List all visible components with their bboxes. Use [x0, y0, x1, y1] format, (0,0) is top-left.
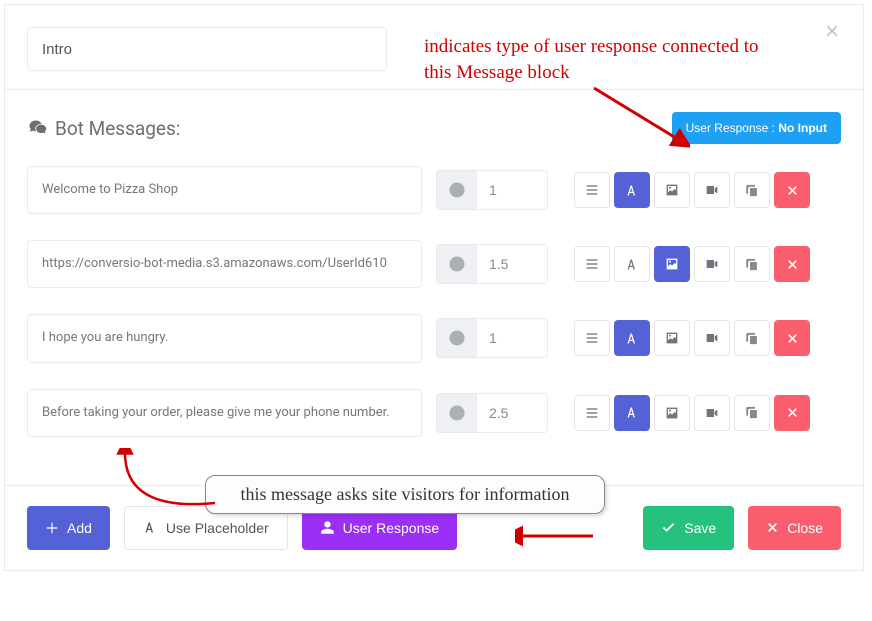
message-text-input[interactable]: I hope you are hungry.	[27, 314, 422, 362]
delay-input[interactable]	[476, 318, 548, 358]
copy-button[interactable]	[734, 246, 770, 282]
tool-group	[574, 395, 810, 431]
hamburger-icon[interactable]	[574, 172, 610, 208]
delay-group	[436, 170, 548, 210]
tool-group	[574, 172, 810, 208]
chat-icon	[27, 118, 47, 138]
plus-icon	[45, 521, 59, 535]
image-type-button[interactable]	[654, 246, 690, 282]
check-icon	[661, 520, 676, 535]
section-title: Bot Messages:	[27, 117, 180, 140]
delay-input[interactable]	[476, 393, 548, 433]
add-button[interactable]: Add	[27, 506, 110, 550]
clock-icon	[436, 393, 476, 433]
user-response-label: User Response	[343, 520, 440, 536]
section-header: Bot Messages: User Response : No Input	[27, 112, 841, 144]
hamburger-icon[interactable]	[574, 395, 610, 431]
video-type-button[interactable]	[694, 172, 730, 208]
video-type-button[interactable]	[694, 395, 730, 431]
text-type-button[interactable]	[614, 246, 650, 282]
message-row: Before taking your order, please give me…	[27, 389, 841, 437]
clock-icon	[436, 170, 476, 210]
user-icon	[320, 520, 335, 535]
video-type-button[interactable]	[694, 320, 730, 356]
block-title-input[interactable]	[27, 27, 387, 71]
delete-button[interactable]	[774, 395, 810, 431]
message-row: I hope you are hungry.	[27, 314, 841, 362]
save-button[interactable]: Save	[643, 506, 734, 550]
callout-arrow-footer	[515, 524, 595, 548]
text-type-button[interactable]	[614, 320, 650, 356]
header	[5, 5, 863, 89]
delete-button[interactable]	[774, 320, 810, 356]
dialog-window: × Bot Messages: User Response : No Input…	[4, 4, 864, 571]
copy-button[interactable]	[734, 320, 770, 356]
use-placeholder-label: Use Placeholder	[166, 520, 269, 536]
delete-button[interactable]	[774, 246, 810, 282]
image-type-button[interactable]	[654, 172, 690, 208]
close-button[interactable]: Close	[748, 506, 841, 550]
message-row: Welcome to Pizza Shop	[27, 166, 841, 214]
delay-group	[436, 244, 548, 284]
text-type-button[interactable]	[614, 172, 650, 208]
clock-icon	[436, 318, 476, 358]
close-icon[interactable]: ×	[819, 19, 845, 45]
add-button-label: Add	[67, 520, 92, 536]
video-type-button[interactable]	[694, 246, 730, 282]
save-label: Save	[684, 520, 716, 536]
x-icon	[766, 521, 779, 534]
badge-value: No Input	[778, 121, 827, 135]
message-text-input[interactable]: https://conversio-bot-media.s3.amazonaws…	[27, 240, 422, 288]
close-label: Close	[787, 520, 823, 536]
hamburger-icon[interactable]	[574, 320, 610, 356]
tool-group	[574, 246, 810, 282]
section-title-text: Bot Messages:	[55, 117, 180, 140]
message-row: https://conversio-bot-media.s3.amazonaws…	[27, 240, 841, 288]
use-placeholder-button[interactable]: Use Placeholder	[124, 506, 288, 550]
copy-button[interactable]	[734, 172, 770, 208]
message-text-input[interactable]: Welcome to Pizza Shop	[27, 166, 422, 214]
user-response-button[interactable]: User Response	[302, 506, 458, 550]
message-text-input[interactable]: Before taking your order, please give me…	[27, 389, 422, 437]
delete-button[interactable]	[774, 172, 810, 208]
copy-button[interactable]	[734, 395, 770, 431]
delay-input[interactable]	[476, 170, 548, 210]
font-icon	[143, 520, 158, 535]
text-type-button[interactable]	[614, 395, 650, 431]
image-type-button[interactable]	[654, 320, 690, 356]
footer: Add Use Placeholder User Response Save	[5, 485, 863, 570]
hamburger-icon[interactable]	[574, 246, 610, 282]
user-response-type-badge[interactable]: User Response : No Input	[672, 112, 841, 144]
clock-icon	[436, 244, 476, 284]
badge-prefix: User Response :	[686, 121, 779, 135]
image-type-button[interactable]	[654, 395, 690, 431]
tool-group	[574, 320, 810, 356]
body: Bot Messages: User Response : No Input W…	[5, 90, 863, 485]
delay-input[interactable]	[476, 244, 548, 284]
delay-group	[436, 318, 548, 358]
delay-group	[436, 393, 548, 433]
